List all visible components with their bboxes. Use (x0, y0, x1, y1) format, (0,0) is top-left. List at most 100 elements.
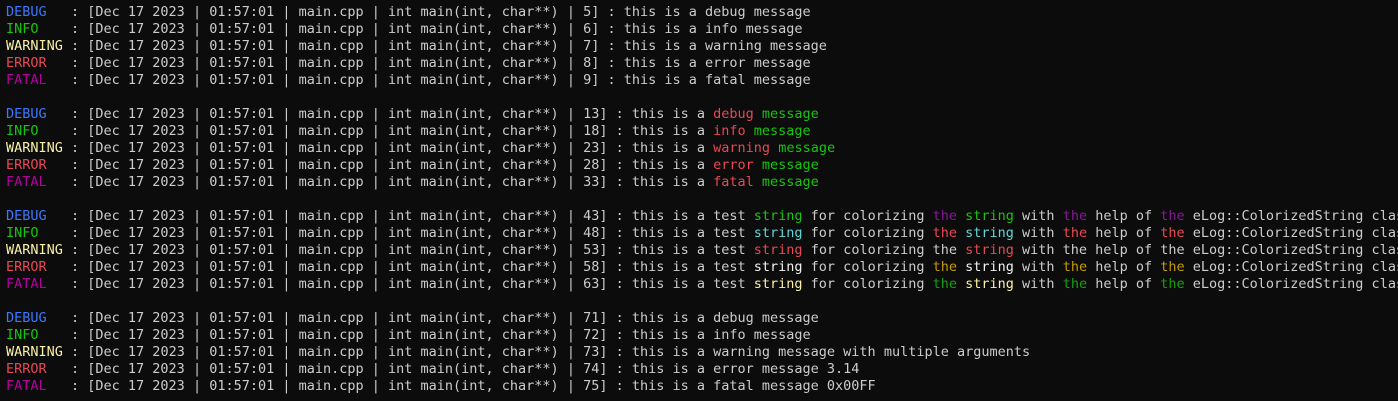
log-level: DEBUG (6, 106, 47, 122)
log-message-segment: for colorizing (802, 225, 933, 241)
log-message-segment: message (761, 157, 819, 173)
log-message-segment: this is a test (631, 242, 754, 258)
log-message-segment: eLog::ColorizedString class (1184, 208, 1398, 224)
log-message-segment: warning (713, 140, 771, 156)
log-line: ERROR : [Dec 17 2023 | 01:57:01 | main.c… (6, 157, 1398, 174)
log-line: FATAL : [Dec 17 2023 | 01:57:01 | main.c… (6, 378, 1398, 395)
log-line: DEBUG : [Dec 17 2023 | 01:57:01 | main.c… (6, 106, 1398, 123)
log-message-segment (754, 157, 762, 173)
log-line: ERROR : [Dec 17 2023 | 01:57:01 | main.c… (6, 259, 1398, 276)
log-message-segment: with (1013, 276, 1063, 292)
log-message-segment: the (932, 259, 957, 275)
log-message-segment: this is a fatal message (623, 72, 811, 88)
log-message-segment: for colorizing (802, 276, 933, 292)
log-line: WARNING : [Dec 17 2023 | 01:57:01 | main… (6, 344, 1398, 361)
log-level: DEBUG (6, 4, 47, 20)
log-message-segment: for colorizing the (802, 242, 966, 258)
log-prefix: : [Dec 17 2023 | 01:57:01 | main.cpp | i… (62, 344, 632, 360)
log-message-segment (754, 106, 762, 122)
log-message-segment: eLog::ColorizedString class (1184, 259, 1398, 275)
log-line: DEBUG : [Dec 17 2023 | 01:57:01 | main.c… (6, 4, 1398, 21)
log-line: FATAL : [Dec 17 2023 | 01:57:01 | main.c… (6, 174, 1398, 191)
log-line: INFO : [Dec 17 2023 | 01:57:01 | main.cp… (6, 225, 1398, 242)
log-message-segment (957, 208, 965, 224)
log-prefix: : [Dec 17 2023 | 01:57:01 | main.cpp | i… (46, 361, 632, 377)
log-message-segment: this is a (631, 157, 714, 173)
log-level: WARNING (6, 344, 63, 360)
log-line: INFO : [Dec 17 2023 | 01:57:01 | main.cp… (6, 21, 1398, 38)
log-level: INFO (6, 21, 39, 37)
log-line: WARNING : [Dec 17 2023 | 01:57:01 | main… (6, 140, 1398, 157)
log-level: WARNING (6, 38, 63, 54)
log-level: ERROR (6, 55, 47, 71)
log-prefix: : [Dec 17 2023 | 01:57:01 | main.cpp | i… (46, 378, 632, 394)
log-message-segment: the (1160, 208, 1185, 224)
log-message-segment: message (778, 140, 836, 156)
log-prefix: : [Dec 17 2023 | 01:57:01 | main.cpp | i… (62, 242, 632, 258)
log-prefix: : [Dec 17 2023 | 01:57:01 | main.cpp | i… (38, 123, 632, 139)
log-message-segment: the (1160, 225, 1185, 241)
log-level: ERROR (6, 157, 47, 173)
log-line: INFO : [Dec 17 2023 | 01:57:01 | main.cp… (6, 123, 1398, 140)
log-message-segment: the (1062, 276, 1088, 292)
log-prefix: : [Dec 17 2023 | 01:57:01 | main.cpp | i… (46, 4, 624, 20)
log-message-segment: info (713, 123, 746, 139)
log-message-segment: message (761, 174, 819, 190)
log-message-segment: the (932, 276, 957, 292)
log-message-segment: this is a fatal message 0x00FF (631, 378, 876, 394)
log-prefix: : [Dec 17 2023 | 01:57:01 | main.cpp | i… (38, 21, 624, 37)
log-message-segment: eLog::ColorizedString class (1184, 225, 1398, 241)
log-message-segment (957, 259, 965, 275)
log-message-segment: this is a (631, 140, 714, 156)
log-message-segment: eLog::ColorizedString class (1184, 276, 1398, 292)
log-level: FATAL (6, 72, 47, 88)
log-message-segment: the (1160, 259, 1185, 275)
log-message-segment: with (1013, 208, 1063, 224)
log-message-segment: for colorizing (802, 208, 933, 224)
log-line: WARNING : [Dec 17 2023 | 01:57:01 | main… (6, 38, 1398, 55)
log-message-segment: this is a (631, 174, 714, 190)
log-message-segment: for colorizing (802, 259, 933, 275)
log-prefix: : [Dec 17 2023 | 01:57:01 | main.cpp | i… (46, 106, 632, 122)
log-level: ERROR (6, 361, 47, 377)
log-level: FATAL (6, 174, 47, 190)
log-line: WARNING : [Dec 17 2023 | 01:57:01 | main… (6, 242, 1398, 259)
log-message-segment: with (1013, 225, 1063, 241)
log-line: FATAL : [Dec 17 2023 | 01:57:01 | main.c… (6, 72, 1398, 89)
log-message-segment: the (932, 225, 957, 241)
log-level: WARNING (6, 242, 63, 258)
log-line: DEBUG : [Dec 17 2023 | 01:57:01 | main.c… (6, 310, 1398, 327)
log-message-segment: the (932, 208, 957, 224)
log-message-segment: message (761, 106, 819, 122)
log-level: INFO (6, 123, 39, 139)
log-message-segment: string (965, 208, 1014, 224)
log-prefix: : [Dec 17 2023 | 01:57:01 | main.cpp | i… (46, 157, 632, 173)
log-message-segment: help of (1087, 208, 1161, 224)
terminal-output[interactable]: DEBUG : [Dec 17 2023 | 01:57:01 | main.c… (0, 0, 1398, 401)
log-message-segment (957, 276, 965, 292)
log-message-segment: with the help of the eLog::ColorizedStri… (1013, 242, 1398, 258)
log-message-segment: this is a test (631, 259, 754, 275)
log-prefix: : [Dec 17 2023 | 01:57:01 | main.cpp | i… (46, 72, 624, 88)
log-message-segment: string (753, 225, 803, 241)
log-level: ERROR (6, 259, 47, 275)
log-prefix: : [Dec 17 2023 | 01:57:01 | main.cpp | i… (62, 140, 632, 156)
log-message-segment: the (1062, 259, 1088, 275)
log-message-segment: with (1013, 259, 1063, 275)
log-message-segment: this is a test (631, 208, 754, 224)
log-prefix: : [Dec 17 2023 | 01:57:01 | main.cpp | i… (46, 259, 632, 275)
log-message-segment: string (965, 242, 1014, 258)
log-message-segment: this is a debug message (631, 310, 819, 326)
log-message-segment: this is a debug message (623, 4, 811, 20)
log-message-segment: string (753, 259, 803, 275)
log-message-segment: string (965, 276, 1014, 292)
log-message-segment: this is a (631, 106, 714, 122)
log-prefix: : [Dec 17 2023 | 01:57:01 | main.cpp | i… (46, 310, 632, 326)
log-message-segment: the (1062, 225, 1088, 241)
log-prefix: : [Dec 17 2023 | 01:57:01 | main.cpp | i… (46, 208, 632, 224)
log-message-segment (770, 140, 778, 156)
log-message-segment: this is a info message (623, 21, 803, 37)
log-prefix: : [Dec 17 2023 | 01:57:01 | main.cpp | i… (46, 55, 624, 71)
log-message-segment: this is a error message (623, 55, 811, 71)
